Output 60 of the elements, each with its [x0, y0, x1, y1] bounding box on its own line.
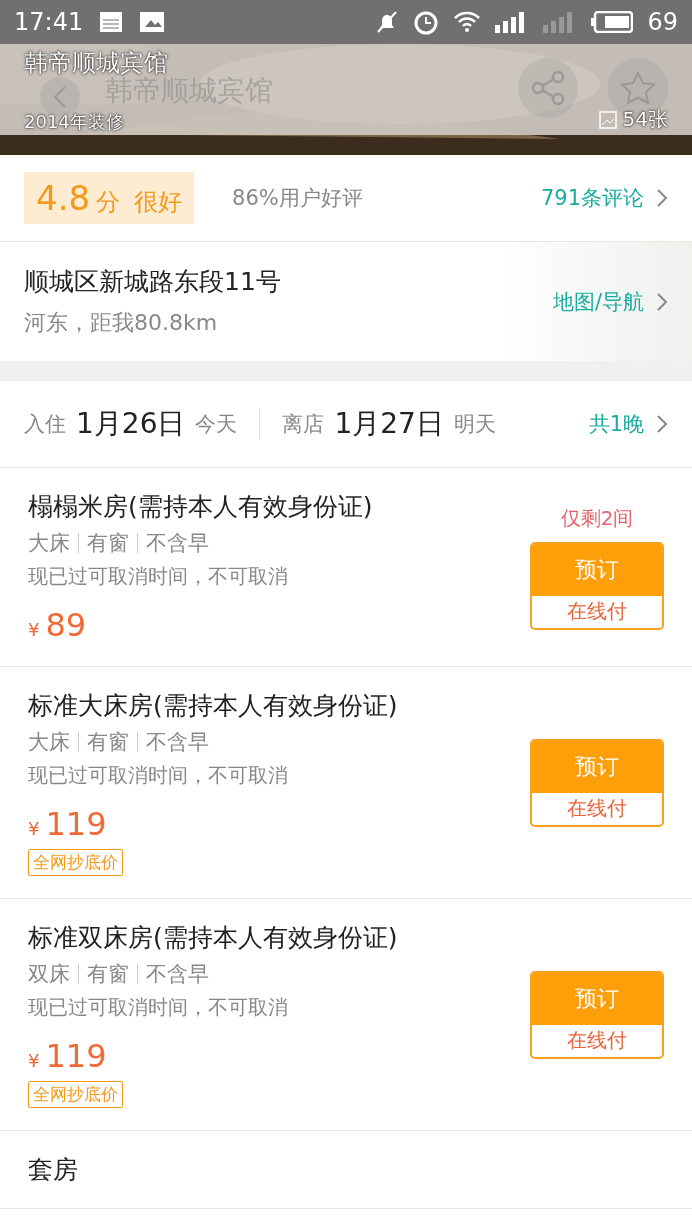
- nights-link[interactable]: 共1晚: [588, 410, 668, 438]
- map-link[interactable]: 地图/导航: [552, 287, 668, 316]
- book-button[interactable]: 预订 在线付: [530, 541, 664, 630]
- rooms-left: 仅剩2间: [560, 504, 634, 532]
- battery-level: 69: [647, 8, 678, 36]
- lowest-price-tag: 全网抄底价: [28, 849, 123, 876]
- room-name: 标准大床房(需持本人有效身份证): [28, 690, 399, 722]
- reviews-link[interactable]: 791条评论: [540, 184, 668, 212]
- room-name: 标准双床房(需持本人有效身份证): [28, 922, 399, 954]
- positive-rate: 86%用户好评: [232, 185, 363, 212]
- chevron-right-icon: [656, 188, 668, 208]
- room-name: 榻榻米房(需持本人有效身份证): [28, 491, 374, 523]
- room-feature: 大床: [28, 530, 70, 557]
- checkin-label: 入住: [24, 411, 66, 438]
- renovation-year: 2014年装修: [24, 110, 124, 134]
- back-icon: [53, 85, 67, 109]
- room-feature: 有窗: [87, 961, 129, 988]
- news-icon: [99, 11, 124, 33]
- share-icon: [530, 70, 566, 106]
- hotel-address: 顺城区新城路东段11号: [24, 266, 281, 298]
- hotel-name: 韩帝顺城宾馆: [24, 48, 168, 77]
- chevron-right-icon: [656, 291, 668, 312]
- room-price: 119: [45, 805, 107, 843]
- room-feature: 大床: [28, 729, 70, 756]
- cancel-policy: 现已过可取消时间，不可取消: [28, 994, 289, 1021]
- checkin-date: 1月26日: [76, 406, 186, 442]
- checkout-day: 明天: [453, 410, 496, 438]
- checkin-day: 今天: [195, 410, 238, 438]
- cancel-policy: 现已过可取消时间，不可取消: [28, 563, 289, 590]
- book-button[interactable]: 预订 在线付: [530, 970, 664, 1059]
- checkout-date: 1月27日: [334, 406, 444, 442]
- currency-symbol: ¥: [28, 1050, 40, 1071]
- star-icon: [619, 70, 657, 106]
- photo-count: 54张: [622, 106, 668, 133]
- hotel-distance: 河东，距我80.8km: [24, 309, 219, 337]
- mute-bell-icon: [375, 10, 400, 34]
- cancel-policy: 现已过可取消时间，不可取消: [28, 762, 289, 789]
- checkout-label: 离店: [282, 411, 325, 438]
- room-feature: 有窗: [87, 729, 129, 756]
- photo-icon: [598, 110, 617, 129]
- wifi-icon: [453, 10, 482, 34]
- room-price: 119: [45, 1037, 107, 1075]
- alarm-icon: [413, 9, 440, 35]
- room-feature: 双床: [28, 961, 70, 988]
- room-name: 套房: [28, 1154, 79, 1186]
- room-feature: 不含早: [146, 961, 209, 988]
- lowest-price-tag: 全网抄底价: [28, 1081, 123, 1108]
- image-icon: [139, 11, 166, 33]
- room-feature: 不含早: [146, 729, 209, 756]
- rating-badge: 4.8 分 很好: [24, 172, 195, 224]
- room-price: 89: [45, 606, 87, 644]
- share-button[interactable]: [518, 58, 578, 118]
- book-button[interactable]: 预订 在线付: [530, 738, 664, 827]
- battery-icon: [591, 11, 634, 33]
- room-feature: 不含早: [146, 530, 209, 557]
- chevron-right-icon: [656, 414, 668, 434]
- currency-symbol: ¥: [28, 619, 40, 640]
- currency-symbol: ¥: [28, 818, 40, 839]
- status-time: 17:41: [14, 8, 84, 36]
- room-feature: 有窗: [87, 530, 129, 557]
